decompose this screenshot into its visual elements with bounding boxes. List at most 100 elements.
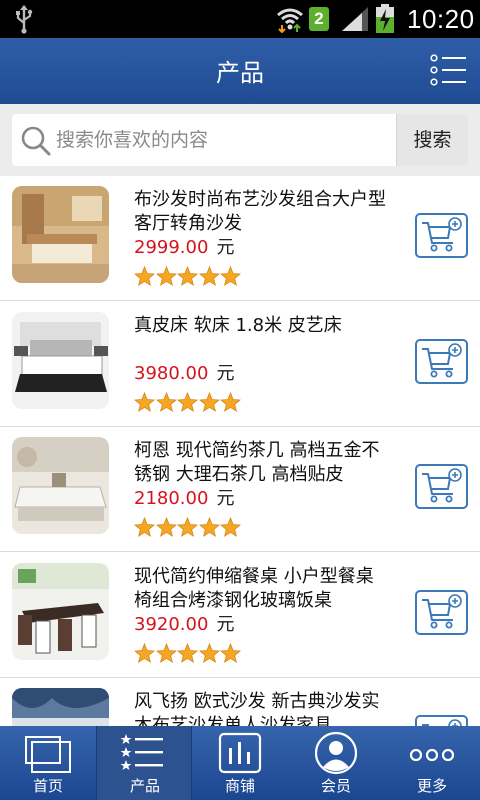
tab-label: 产品 — [129, 777, 160, 795]
product-name[interactable]: 风飞扬 欧式沙发 新古典沙发实木布艺沙发单人沙发家具 — [134, 690, 390, 726]
bottom-tab-bar: 首页 产品 商铺 会员 更多 — [0, 726, 480, 800]
price-row: 3920.00 元 — [134, 613, 234, 637]
add-to-cart-icon — [422, 217, 462, 252]
search-bar: 搜索 — [0, 104, 480, 176]
star-rating — [134, 266, 242, 286]
rating-star-icon — [198, 391, 220, 412]
product-image[interactable] — [12, 562, 109, 660]
product-item[interactable]: 真皮床 软床 1.8米 皮艺床 3980.00 元 — [0, 301, 480, 427]
product-item[interactable]: 现代简约伸缩餐桌 小户型餐桌椅组合烤漆钢化玻璃饭桌 3920.00 元 — [0, 552, 480, 678]
tab-icon-wrapper — [288, 730, 384, 776]
price-row: 3980.00 元 — [134, 362, 234, 386]
rating-star-icon — [220, 517, 241, 537]
tab-icon-wrapper — [0, 730, 96, 776]
rating-star-icon — [155, 266, 177, 286]
rating-star-icon — [134, 266, 155, 286]
search-box — [12, 114, 396, 166]
rating-star-icon — [134, 391, 155, 412]
product-name[interactable]: 布沙发时尚布艺沙发组合大户型客厅转角沙发 — [134, 188, 390, 236]
tab-members[interactable]: 会员 — [288, 726, 384, 800]
rating-star-icon — [155, 391, 177, 412]
price-currency: 元 — [216, 237, 235, 258]
tab-icon-wrapper — [384, 730, 480, 776]
tab-label: 商铺 — [224, 777, 255, 795]
price-currency: 元 — [216, 488, 235, 509]
price-currency: 元 — [216, 362, 235, 384]
rating-star-icon — [155, 517, 177, 537]
product-price: 2999.00 — [134, 237, 209, 258]
add-to-cart-icon — [422, 468, 462, 503]
rating-star-icon — [220, 642, 241, 663]
product-name[interactable]: 现代简约伸缩餐桌 小户型餐桌椅组合烤漆钢化玻璃饭桌 — [134, 565, 390, 613]
tab-icon-wrapper — [192, 730, 288, 776]
rating-star-icon — [198, 642, 220, 663]
bar-chart-icon — [218, 732, 262, 774]
add-to-cart-button[interactable] — [415, 589, 468, 635]
add-to-cart-button[interactable] — [415, 338, 468, 384]
status-clock: 10:20 — [407, 4, 475, 34]
wifi-icon — [277, 8, 303, 33]
star-rating — [134, 642, 242, 663]
battery-charging-icon — [376, 4, 394, 33]
search-input[interactable] — [56, 122, 386, 158]
price-row: 2999.00 元 — [134, 236, 234, 260]
rating-star-icon — [177, 266, 198, 286]
product-image[interactable] — [12, 311, 109, 409]
sim-icon: 2 — [309, 7, 329, 31]
add-to-cart-button[interactable] — [415, 715, 468, 726]
rating-star-icon — [177, 517, 198, 537]
product-price: 3920.00 — [134, 613, 209, 635]
product-price: 3980.00 — [134, 362, 209, 384]
app-header: 产品 — [0, 38, 480, 104]
list-menu-button[interactable] — [428, 50, 472, 90]
usb-icon — [16, 5, 33, 34]
add-to-cart-button[interactable] — [415, 464, 468, 509]
search-icon — [21, 126, 51, 156]
add-to-cart-button[interactable] — [415, 213, 468, 258]
tab-label: 更多 — [416, 777, 447, 795]
list-menu-icon — [430, 54, 466, 86]
add-to-cart-icon — [422, 342, 462, 377]
app-screen: 2 10:20 产品 搜索你喜欢的内容 搜索 布沙发时尚布艺沙发组合大户型客厅转… — [0, 0, 480, 800]
rating-star-icon — [177, 642, 198, 663]
add-to-cart-icon — [422, 593, 462, 628]
product-name[interactable]: 柯恩 现代简约茶几 高档五金不锈钢 大理石茶几 高档贴皮 — [134, 439, 390, 487]
product-name[interactable]: 真皮床 软床 1.8米 皮艺床 — [134, 314, 390, 338]
tab-more[interactable]: 更多 — [384, 726, 480, 800]
product-image[interactable] — [12, 186, 109, 283]
rating-star-icon — [177, 391, 198, 412]
product-item[interactable]: 风飞扬 欧式沙发 新古典沙发实木布艺沙发单人沙发家具 — [0, 678, 480, 726]
tab-label: 首页 — [32, 777, 63, 795]
product-price: 2180.00 — [134, 488, 209, 509]
price-currency: 元 — [216, 613, 235, 635]
page-title: 产品 — [216, 59, 264, 87]
rating-star-icon — [198, 266, 220, 286]
add-to-cart-icon — [422, 719, 462, 726]
product-image[interactable] — [12, 688, 109, 726]
price-row: 2180.00 元 — [134, 487, 234, 511]
product-image[interactable] — [12, 437, 109, 534]
rating-star-icon — [220, 266, 241, 286]
status-bar: 2 10:20 — [0, 0, 480, 38]
tab-label: 会员 — [320, 777, 351, 795]
rating-star-icon — [134, 517, 155, 537]
tab-shops[interactable]: 商铺 — [192, 726, 288, 800]
signal-icon — [342, 7, 368, 31]
product-item[interactable]: 布沙发时尚布艺沙发组合大户型客厅转角沙发 2999.00 元 — [0, 176, 480, 301]
tab-home[interactable]: 首页 — [0, 726, 96, 800]
tab-icon-wrapper — [97, 730, 193, 776]
tab-products[interactable]: 产品 — [96, 726, 192, 800]
home-window-icon — [25, 736, 71, 773]
more-dots-icon — [409, 748, 455, 762]
rating-star-icon — [220, 391, 241, 412]
user-icon — [314, 731, 358, 775]
rating-star-icon — [198, 517, 220, 537]
rating-star-icon — [155, 642, 177, 663]
search-button[interactable]: 搜索 — [396, 114, 468, 166]
product-list[interactable]: 布沙发时尚布艺沙发组合大户型客厅转角沙发 2999.00 元真皮床 软床 1.8米 … — [0, 176, 480, 726]
product-item[interactable]: 柯恩 现代简约茶几 高档五金不锈钢 大理石茶几 高档贴皮 2180.00 元 — [0, 427, 480, 552]
star-list-icon — [120, 734, 163, 770]
rating-star-icon — [134, 642, 155, 663]
star-rating — [134, 391, 242, 412]
star-rating — [134, 517, 242, 537]
